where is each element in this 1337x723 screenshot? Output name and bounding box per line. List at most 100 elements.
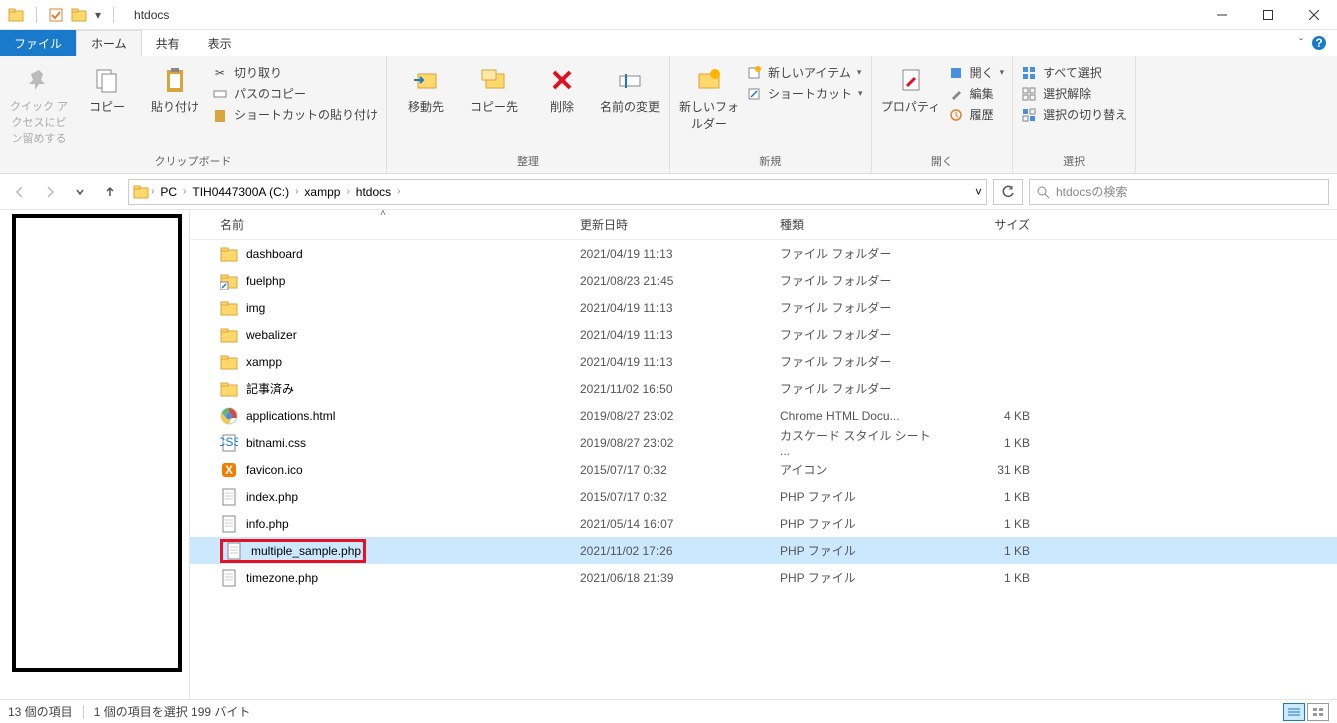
refresh-button[interactable] xyxy=(993,179,1023,205)
svg-text:CSS: CSS xyxy=(220,435,238,449)
collapse-ribbon-icon[interactable]: ˇ xyxy=(1299,36,1303,50)
close-button[interactable] xyxy=(1291,0,1337,30)
file-row[interactable]: timezone.php2021/06/18 21:39PHP ファイル1 KB xyxy=(190,564,1337,591)
file-date: 2021/04/19 11:13 xyxy=(570,301,770,315)
copy-button[interactable]: コピー xyxy=(76,60,138,115)
file-row[interactable]: info.php2021/05/14 16:07PHP ファイル1 KB xyxy=(190,510,1337,537)
forward-button[interactable] xyxy=(38,180,62,204)
paste-shortcut-button[interactable]: ショートカットの貼り付け xyxy=(212,106,378,123)
open-button[interactable]: 開く▾ xyxy=(948,64,1005,81)
pin-to-quick-access-button[interactable]: クイック アクセスにピン留めする xyxy=(8,60,70,146)
up-button[interactable] xyxy=(98,180,122,204)
file-date: 2021/04/19 11:13 xyxy=(570,247,770,261)
chevron-right-icon[interactable]: › xyxy=(295,186,298,197)
new-shortcut-button[interactable]: ショートカット▾ xyxy=(746,85,863,102)
file-row[interactable]: xampp2021/04/19 11:13ファイル フォルダー xyxy=(190,348,1337,375)
qat-checkbox-icon[interactable] xyxy=(49,8,63,22)
dropdown-icon[interactable]: ˅ xyxy=(975,185,982,199)
dropdown-icon: ▾ xyxy=(858,88,863,99)
cut-button[interactable]: ✂切り取り xyxy=(212,64,378,81)
navigation-pane[interactable] xyxy=(0,210,190,699)
file-row[interactable]: CSSbitnami.css2019/08/27 23:02カスケード スタイル… xyxy=(190,429,1337,456)
breadcrumb-item[interactable]: htdocs xyxy=(352,185,395,199)
minimize-button[interactable] xyxy=(1199,0,1245,30)
file-name: fuelphp xyxy=(246,274,285,288)
folder-icon xyxy=(220,245,238,263)
details-view-button[interactable] xyxy=(1283,703,1305,721)
column-headers[interactable]: ˄ 名前 更新日時 種類 サイズ xyxy=(190,210,1337,240)
file-rows: dashboard2021/04/19 11:13ファイル フォルダーfuelp… xyxy=(190,240,1337,699)
file-row[interactable]: index.php2015/07/17 0:32PHP ファイル1 KB xyxy=(190,483,1337,510)
copy-path-button[interactable]: パスのコピー xyxy=(212,85,378,102)
tab-file[interactable]: ファイル xyxy=(0,30,76,56)
file-icon xyxy=(220,569,238,587)
search-input[interactable]: htdocsの検索 xyxy=(1029,179,1329,205)
file-row[interactable]: webalizer2021/04/19 11:13ファイル フォルダー xyxy=(190,321,1337,348)
group-label: 選択 xyxy=(1021,151,1127,173)
file-type: ファイル フォルダー xyxy=(770,353,940,370)
delete-icon xyxy=(546,64,578,96)
breadcrumb-item[interactable]: xampp xyxy=(300,185,344,199)
icons-view-button[interactable] xyxy=(1307,703,1329,721)
chevron-right-icon[interactable]: › xyxy=(397,186,400,197)
tab-view[interactable]: 表示 xyxy=(194,30,246,56)
breadcrumb-item[interactable]: TIH0447300A (C:) xyxy=(188,185,293,199)
file-row[interactable]: fuelphp2021/08/23 21:45ファイル フォルダー xyxy=(190,267,1337,294)
qat-folder-icon[interactable] xyxy=(71,7,87,23)
edit-icon xyxy=(948,86,964,102)
file-type: ファイル フォルダー xyxy=(770,299,940,316)
chevron-right-icon[interactable]: › xyxy=(151,186,154,197)
edit-button[interactable]: 編集 xyxy=(948,85,1005,102)
history-button[interactable]: 履歴 xyxy=(948,106,1005,123)
column-header-type[interactable]: 種類 xyxy=(770,216,940,233)
delete-button[interactable]: 削除 xyxy=(531,60,593,115)
file-row[interactable]: 記事済み2021/11/02 16:50ファイル フォルダー xyxy=(190,375,1337,402)
copy-to-button[interactable]: コピー先 xyxy=(463,60,525,115)
file-name: dashboard xyxy=(246,247,303,261)
chevron-right-icon[interactable]: › xyxy=(183,186,186,197)
file-name: index.php xyxy=(246,490,298,504)
column-header-date[interactable]: 更新日時 xyxy=(570,216,770,233)
breadcrumb-item[interactable]: PC xyxy=(156,185,181,199)
qat-dropdown-icon[interactable]: ▾ xyxy=(95,8,101,22)
file-row[interactable]: Xfavicon.ico2015/07/17 0:32アイコン31 KB xyxy=(190,456,1337,483)
maximize-button[interactable] xyxy=(1245,0,1291,30)
file-name: 記事済み xyxy=(246,380,294,397)
new-folder-button[interactable]: 新しいフォルダー xyxy=(678,60,740,132)
ribbon-group-select: すべて選択 選択解除 選択の切り替え 選択 xyxy=(1013,56,1136,173)
window-title: htdocs xyxy=(126,8,169,22)
paste-button[interactable]: 貼り付け xyxy=(144,60,206,115)
tab-share[interactable]: 共有 xyxy=(142,30,194,56)
recent-locations-button[interactable] xyxy=(68,180,92,204)
ribbon-group-new: 新しいフォルダー 新しいアイテム▾ ショートカット▾ 新規 xyxy=(670,56,872,173)
breadcrumb[interactable]: › PC › TIH0447300A (C:) › xampp › htdocs… xyxy=(128,179,987,205)
file-name: multiple_sample.php xyxy=(251,544,361,558)
properties-button[interactable]: プロパティ xyxy=(880,60,942,115)
shortcut-icon xyxy=(220,272,238,290)
help-icon[interactable]: ? xyxy=(1311,35,1327,51)
file-type: PHP ファイル xyxy=(770,542,940,559)
chevron-right-icon[interactable]: › xyxy=(346,186,349,197)
file-row[interactable]: multiple_sample.php2021/11/02 17:26PHP フ… xyxy=(190,537,1337,564)
back-button[interactable] xyxy=(8,180,32,204)
column-header-size[interactable]: サイズ xyxy=(940,216,1050,233)
select-all-button[interactable]: すべて選択 xyxy=(1021,64,1127,81)
invert-selection-button[interactable]: 選択の切り替え xyxy=(1021,106,1127,123)
file-size: 1 KB xyxy=(940,490,1050,504)
new-item-button[interactable]: 新しいアイテム▾ xyxy=(746,64,863,81)
select-none-button[interactable]: 選択解除 xyxy=(1021,85,1127,102)
move-to-button[interactable]: 移動先 xyxy=(395,60,457,115)
tab-home[interactable]: ホーム xyxy=(76,30,142,56)
file-row[interactable]: img2021/04/19 11:13ファイル フォルダー xyxy=(190,294,1337,321)
file-name: webalizer xyxy=(246,328,297,342)
file-row[interactable]: dashboard2021/04/19 11:13ファイル フォルダー xyxy=(190,240,1337,267)
file-row[interactable]: applications.html2019/08/27 23:02Chrome … xyxy=(190,402,1337,429)
group-label: クリップボード xyxy=(8,151,378,173)
invert-icon xyxy=(1021,107,1037,123)
group-label: 整理 xyxy=(395,151,661,173)
file-type: ファイル フォルダー xyxy=(770,326,940,343)
copyto-icon xyxy=(478,64,510,96)
rename-button[interactable]: 名前の変更 xyxy=(599,60,661,115)
main-area: ˄ 名前 更新日時 種類 サイズ dashboard 2021/04/19 11:… xyxy=(0,210,1337,699)
ribbon-tabs: ファイル ホーム 共有 表示 ˇ ? xyxy=(0,30,1337,56)
